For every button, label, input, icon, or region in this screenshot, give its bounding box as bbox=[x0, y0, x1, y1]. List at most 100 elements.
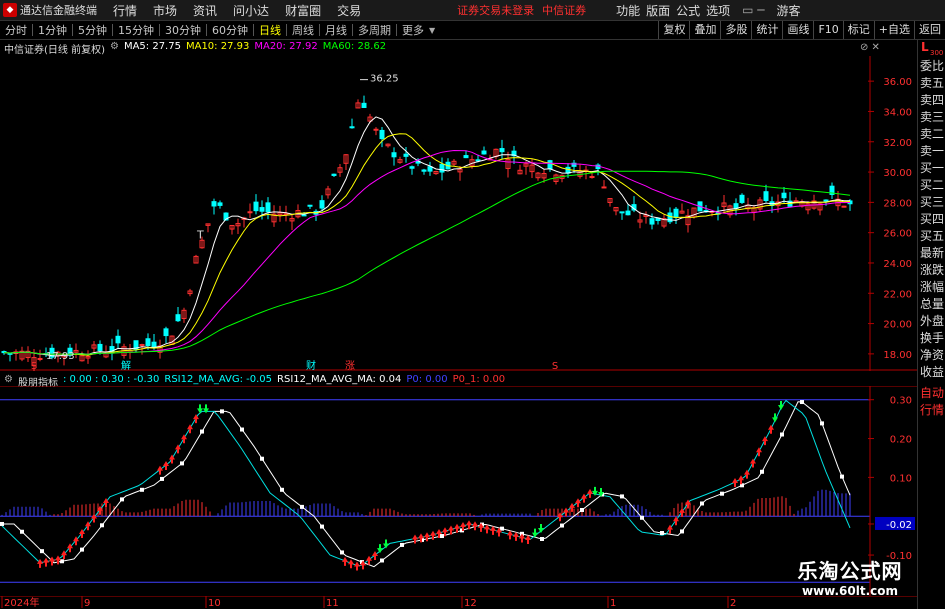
ma10-line bbox=[3, 133, 851, 356]
period-more[interactable]: 更多 bbox=[402, 22, 424, 38]
candle-body bbox=[439, 163, 445, 173]
signal-marker bbox=[160, 476, 164, 481]
buy-arrow-icon bbox=[157, 465, 163, 475]
chart-panel-controls[interactable]: ⊘ ✕ bbox=[860, 42, 880, 53]
y-tick-label: 20.00 bbox=[883, 320, 912, 331]
menu-layout[interactable]: 版面 bbox=[646, 2, 670, 19]
menu-formula[interactable]: 公式 bbox=[676, 2, 700, 19]
candle-body bbox=[733, 203, 739, 209]
period-daily[interactable]: 日线 bbox=[259, 22, 281, 38]
tool-overlay[interactable]: 叠加 bbox=[689, 21, 720, 39]
y-tick-label: 0.20 bbox=[890, 435, 912, 446]
period-weekly[interactable]: 周线 bbox=[292, 22, 314, 38]
tool-f10[interactable]: F10 bbox=[813, 21, 842, 39]
tool-back[interactable]: 返回 bbox=[914, 21, 945, 39]
gear-icon[interactable]: ⚙ bbox=[110, 41, 119, 55]
window-controls[interactable]: ▭ ─ bbox=[742, 3, 764, 17]
tool-draw[interactable]: 画线 bbox=[782, 21, 813, 39]
menu-trade[interactable]: 交易 bbox=[337, 2, 361, 19]
candle-body bbox=[373, 128, 379, 131]
main-annotations: 36.25 17.93 T S 解 财 涨 S bbox=[31, 73, 558, 371]
period-monthly[interactable]: 月线 bbox=[325, 22, 347, 38]
signal-marker bbox=[700, 501, 704, 506]
signal-marker bbox=[840, 474, 844, 479]
candle-body bbox=[253, 201, 259, 212]
period-30min[interactable]: 30分钟 bbox=[165, 22, 201, 38]
signal-marker bbox=[120, 497, 124, 502]
signal-marker bbox=[80, 547, 84, 552]
signal-marker bbox=[660, 530, 664, 535]
signal-marker bbox=[260, 456, 264, 461]
guest-login[interactable]: 游客 bbox=[777, 2, 801, 19]
y-tick-label: 34.00 bbox=[883, 107, 912, 118]
buy-arrow-icon bbox=[163, 460, 169, 470]
candle-body bbox=[175, 314, 181, 322]
y-tick-label: 0.10 bbox=[890, 473, 912, 484]
candle-body bbox=[619, 211, 625, 214]
signal-marker bbox=[180, 461, 184, 466]
quote-field-label: 卖五 bbox=[919, 76, 944, 90]
quote-field-label: 买四 bbox=[919, 212, 944, 226]
candle-body bbox=[217, 202, 223, 206]
candle-body bbox=[145, 338, 151, 347]
signal-marker bbox=[240, 427, 244, 432]
period-60min[interactable]: 60分钟 bbox=[212, 22, 248, 38]
period-5min[interactable]: 5分钟 bbox=[78, 22, 107, 38]
tool-add-favorite[interactable]: +自选 bbox=[873, 21, 914, 39]
signal-marker bbox=[280, 487, 284, 492]
candle-body bbox=[379, 129, 385, 140]
menu-quotes[interactable]: 行情 bbox=[113, 2, 137, 19]
menu-market[interactable]: 市场 bbox=[153, 2, 177, 19]
login-warning[interactable]: 证券交易未登录 bbox=[457, 2, 534, 18]
sell-arrow-icon bbox=[197, 404, 203, 414]
quote-field-label: 卖二 bbox=[919, 127, 944, 141]
quote-field-label[interactable]: 行情 bbox=[918, 402, 945, 419]
quote-field-label: 涨幅 bbox=[919, 280, 944, 294]
period-15min[interactable]: 15分钟 bbox=[118, 22, 154, 38]
menu-ask[interactable]: 问小达 bbox=[233, 2, 269, 19]
candle-body bbox=[481, 150, 487, 155]
x-tick-label: 9 bbox=[84, 598, 90, 609]
quote-field-label: 换手 bbox=[919, 331, 944, 345]
tool-adjust[interactable]: 复权 bbox=[658, 21, 689, 39]
menu-options[interactable]: 选项 bbox=[706, 2, 730, 19]
broker-name[interactable]: 中信证券 bbox=[542, 2, 586, 18]
main-kline-chart[interactable]: 36.00 34.00 32.00 30.00 28.00 26.00 24.00 22.00… bbox=[0, 56, 917, 371]
y-tick-label: 26.00 bbox=[883, 229, 912, 240]
level2-badge[interactable]: L 300 bbox=[918, 40, 945, 58]
chevron-down-icon[interactable]: ▼ bbox=[429, 26, 435, 35]
quote-field-label[interactable]: 自动 bbox=[918, 385, 945, 402]
candle-body bbox=[259, 207, 265, 212]
signal-marker bbox=[300, 504, 304, 509]
candle-body bbox=[307, 204, 313, 207]
signal-marker bbox=[680, 529, 684, 534]
signal-marker bbox=[640, 515, 644, 520]
period-1min[interactable]: 1分钟 bbox=[38, 22, 67, 38]
period-intraday[interactable]: 分时 bbox=[5, 22, 27, 38]
candle-body bbox=[475, 159, 481, 162]
menu-function[interactable]: 功能 bbox=[616, 2, 640, 19]
x-tick-label: 2024年 bbox=[4, 596, 39, 609]
ma20-label: MA20: 27.92 bbox=[254, 41, 318, 52]
menu-news[interactable]: 资讯 bbox=[193, 2, 217, 19]
candle-body bbox=[739, 194, 745, 203]
event-marker: S bbox=[552, 361, 558, 371]
stock-name[interactable]: 中信证券(日线 前复权) bbox=[4, 41, 105, 56]
candle-body bbox=[403, 153, 409, 157]
watermark: 乐淘公式网 www.60lt.com bbox=[780, 555, 920, 609]
candle-body bbox=[331, 173, 337, 176]
tool-stats[interactable]: 统计 bbox=[751, 21, 782, 39]
main-grid bbox=[0, 56, 917, 371]
buy-arrow-icon bbox=[49, 556, 55, 566]
signal-marker bbox=[400, 542, 404, 547]
tool-mark[interactable]: 标记 bbox=[842, 21, 874, 39]
quote-field-label: 最新 bbox=[919, 246, 944, 260]
menu-wealth[interactable]: 财富圈 bbox=[285, 2, 321, 19]
period-multi[interactable]: 多周期 bbox=[358, 22, 391, 38]
sell-arrow-icon bbox=[377, 544, 383, 554]
sell-arrow-icon bbox=[383, 539, 389, 549]
tool-multi[interactable]: 多股 bbox=[720, 21, 751, 39]
signal-marker bbox=[500, 526, 504, 531]
candle-body bbox=[349, 126, 355, 129]
candles bbox=[1, 95, 853, 371]
